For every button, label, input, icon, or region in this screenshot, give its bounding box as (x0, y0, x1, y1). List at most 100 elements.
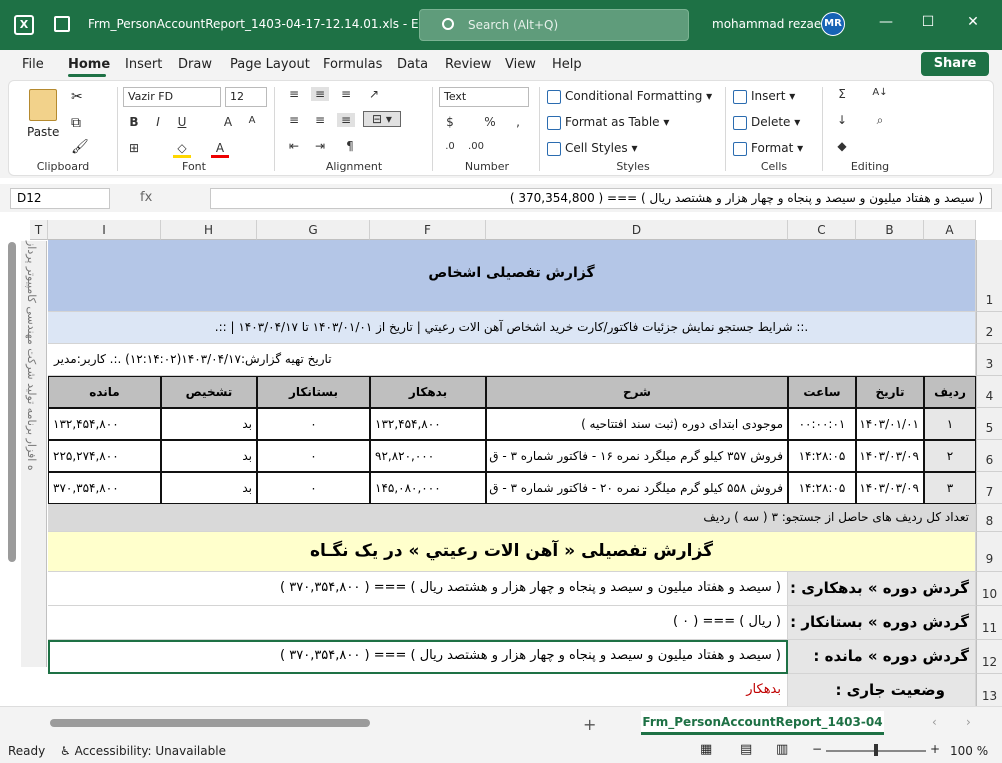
row-header-13[interactable]: 13 (976, 674, 1002, 706)
row-header-12[interactable]: 12 (976, 640, 1002, 674)
insert-cells-button[interactable]: Insert ▾ (733, 89, 795, 104)
scroll-right-icon[interactable]: › (966, 715, 971, 729)
table-cell-balance[interactable]: ۳۷۰,۳۵۴,۸۰۰ (48, 472, 161, 504)
table-cell-date[interactable]: ۱۴۰۳/۰۳/۰۹ (856, 472, 924, 504)
table-cell-credit[interactable]: ۰ (257, 472, 370, 504)
tab-page-layout[interactable]: Page Layout (230, 57, 310, 72)
tab-insert[interactable]: Insert (125, 57, 162, 72)
bold-icon[interactable]: B (125, 115, 143, 129)
zoom-slider-thumb[interactable] (874, 744, 878, 756)
cut-icon[interactable]: ✂ (71, 89, 83, 105)
clear-icon[interactable]: ◆ (833, 139, 851, 153)
vertical-scrollbar[interactable] (8, 232, 18, 702)
table-row-number[interactable]: ۲ (924, 440, 976, 472)
table-cell-credit[interactable]: ۰ (257, 408, 370, 440)
decrease-decimal-icon[interactable]: .00 (467, 141, 485, 152)
page-layout-icon[interactable]: ▤ (740, 742, 752, 757)
align-left-icon[interactable]: ≡ (285, 113, 303, 127)
column-header-t[interactable]: T (30, 220, 48, 240)
table-cell-debit[interactable]: ۹۲,۸۲۰,۰۰۰ (370, 440, 486, 472)
merge-center-icon[interactable]: ⊟ ▾ (363, 111, 401, 127)
worksheet[interactable]: T I H G F D C B A 1 2 3 4 5 6 7 8 9 10 1… (8, 216, 1002, 706)
table-cell-time[interactable]: ۰۰:۰۰:۰۱ (788, 408, 856, 440)
formula-input[interactable]: ( سیصد و هفتاد میلیون و سیصد و پنجاه و چ… (210, 188, 992, 209)
underline-icon[interactable]: U (173, 115, 191, 129)
table-cell-credit[interactable]: ۰ (257, 440, 370, 472)
search-box[interactable]: Search (Alt+Q) (419, 9, 689, 41)
decrease-font-icon[interactable]: A (243, 115, 261, 126)
sheet-tab[interactable]: Frm_PersonAccountReport_1403-04 (641, 711, 884, 735)
table-cell-balance[interactable]: ۱۳۲,۴۵۴,۸۰۰ (48, 408, 161, 440)
save-icon[interactable] (54, 16, 70, 32)
avatar[interactable]: MR (821, 12, 845, 36)
column-header-f[interactable]: F (370, 220, 486, 240)
table-cell-balance[interactable]: ۲۲۵,۲۷۴,۸۰۰ (48, 440, 161, 472)
align-right-icon[interactable]: ≡ (337, 113, 355, 127)
row-header-2[interactable]: 2 (976, 312, 1002, 344)
tab-data[interactable]: Data (397, 57, 428, 72)
font-size-select[interactable]: 12 (225, 87, 267, 107)
row-header-5[interactable]: 5 (976, 408, 1002, 440)
horizontal-scrollbar[interactable] (50, 719, 370, 727)
conditional-formatting-button[interactable]: Conditional Formatting ▾ (547, 89, 712, 104)
tab-help[interactable]: Help (552, 57, 582, 72)
table-cell-description[interactable]: فروش ۵۵۸ کیلو گرم میلگرد نمره ۲۰ - فاکتو… (486, 472, 788, 504)
table-cell-debit[interactable]: ۱۴۵,۰۸۰,۰۰۰ (370, 472, 486, 504)
font-color-icon[interactable]: A (211, 141, 229, 158)
increase-indent-icon[interactable]: ⇥ (311, 139, 329, 153)
column-header-g[interactable]: G (257, 220, 370, 240)
table-cell-time[interactable]: ۱۴:۲۸:۰۵ (788, 440, 856, 472)
column-header-d[interactable]: D (486, 220, 788, 240)
number-format-select[interactable]: Text (439, 87, 529, 107)
align-middle-icon[interactable]: ≡ (311, 87, 329, 101)
orientation-icon[interactable]: ↗ (365, 87, 383, 101)
table-cell-time[interactable]: ۱۴:۲۸:۰۵ (788, 472, 856, 504)
zoom-level[interactable]: 100 % (950, 744, 988, 758)
tab-formulas[interactable]: Formulas (323, 57, 382, 72)
format-as-table-button[interactable]: Format as Table ▾ (547, 115, 669, 130)
text-direction-icon[interactable]: ¶ (341, 139, 359, 153)
borders-icon[interactable]: ⊞ (125, 141, 143, 155)
paste-icon[interactable] (29, 89, 57, 121)
maximize-button[interactable]: ☐ (918, 14, 938, 30)
delete-cells-button[interactable]: Delete ▾ (733, 115, 800, 130)
cell-styles-button[interactable]: Cell Styles ▾ (547, 141, 637, 156)
find-icon[interactable]: ⌕ (871, 113, 889, 128)
comma-icon[interactable]: , (509, 115, 527, 129)
page-break-icon[interactable]: ▥ (776, 742, 788, 757)
align-center-icon[interactable]: ≡ (311, 113, 329, 127)
tab-draw[interactable]: Draw (178, 57, 212, 72)
column-header-h[interactable]: H (161, 220, 257, 240)
autosum-icon[interactable]: Σ (833, 87, 851, 101)
increase-decimal-icon[interactable]: .0 (441, 141, 459, 152)
zoom-in-icon[interactable]: + (930, 742, 940, 756)
accounting-icon[interactable]: $ (441, 115, 459, 129)
align-bottom-icon[interactable]: ≡ (337, 87, 355, 101)
copy-icon[interactable]: ⧉ (71, 115, 81, 131)
table-cell-description[interactable]: فروش ۳۵۷ کیلو گرم میلگرد نمره ۱۶ - فاکتو… (486, 440, 788, 472)
column-header-b[interactable]: B (856, 220, 924, 240)
format-painter-icon[interactable]: 🖌 (71, 139, 89, 155)
table-cell-diagnosis[interactable]: بد (161, 408, 257, 440)
zoom-out-icon[interactable]: − (812, 742, 822, 756)
normal-view-icon[interactable]: ▦ (700, 742, 712, 757)
table-cell-date[interactable]: ۱۴۰۳/۰۱/۰۱ (856, 408, 924, 440)
balance-value[interactable]: ( سیصد و هفتاد میلیون و سیصد و پنجاه و چ… (48, 640, 788, 674)
table-cell-description[interactable]: موجودی ابتدای دوره (ثبت سند افتتاحیه ) (486, 408, 788, 440)
align-top-icon[interactable]: ≡ (285, 87, 303, 101)
row-header-11[interactable]: 11 (976, 606, 1002, 640)
table-cell-date[interactable]: ۱۴۰۳/۰۳/۰۹ (856, 440, 924, 472)
tab-view[interactable]: View (505, 57, 536, 72)
increase-font-icon[interactable]: A (219, 115, 237, 129)
accessibility-status[interactable]: ♿ Accessibility: Unavailable (60, 744, 226, 758)
close-button[interactable]: ✕ (963, 14, 983, 30)
row-header-1[interactable]: 1 (976, 240, 1002, 312)
share-button[interactable]: Share (921, 52, 989, 76)
row-header-9[interactable]: 9 (976, 532, 1002, 572)
scrollbar-thumb[interactable] (8, 242, 16, 562)
column-header-a[interactable]: A (924, 220, 976, 240)
row-header-6[interactable]: 6 (976, 440, 1002, 472)
table-cell-diagnosis[interactable]: بد (161, 440, 257, 472)
table-row-number[interactable]: ۱ (924, 408, 976, 440)
table-row-number[interactable]: ۳ (924, 472, 976, 504)
